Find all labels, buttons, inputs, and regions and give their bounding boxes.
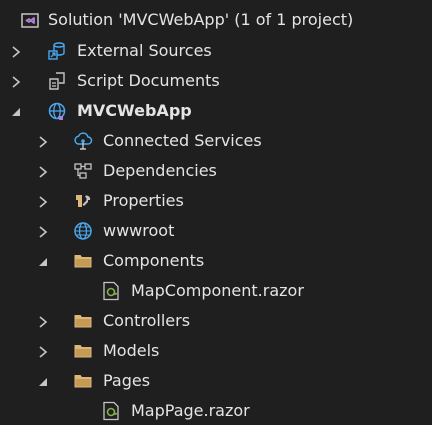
folder-icon: [73, 311, 93, 331]
tree-item-label: Script Documents: [77, 71, 220, 90]
tree-item-components-folder[interactable]: Components: [0, 246, 432, 276]
dependencies-icon: [73, 161, 93, 181]
razor-file-icon: [101, 281, 121, 301]
globe-icon: [73, 221, 93, 241]
tree-item-controllers-folder[interactable]: Controllers: [0, 306, 432, 336]
visual-studio-solution-icon: [20, 10, 40, 30]
tree-item-project[interactable]: MVCWebApp: [0, 96, 432, 126]
tree-item-label: MVCWebApp: [77, 101, 192, 120]
chevron-right-icon[interactable]: [36, 314, 50, 328]
chevron-down-icon[interactable]: [36, 254, 50, 268]
chevron-down-icon[interactable]: [36, 374, 50, 388]
wrench-icon: [73, 191, 93, 211]
chevron-right-icon[interactable]: [9, 74, 23, 88]
folder-icon: [73, 371, 93, 391]
solution-explorer-tree: Solution 'MVCWebApp' (1 of 1 project) Ex…: [0, 0, 432, 425]
tree-item-solution[interactable]: Solution 'MVCWebApp' (1 of 1 project): [0, 5, 432, 35]
tree-item-label: Controllers: [103, 311, 191, 330]
tree-item-label: Solution 'MVCWebApp' (1 of 1 project): [48, 10, 354, 29]
tree-item-external-sources[interactable]: External Sources: [0, 36, 432, 66]
folder-icon: [73, 251, 93, 271]
tree-item-mappage-razor[interactable]: MapPage.razor: [0, 396, 432, 425]
tree-item-mapcomponent-razor[interactable]: MapComponent.razor: [0, 276, 432, 306]
tree-item-script-documents[interactable]: Script Documents: [0, 66, 432, 96]
tree-item-properties[interactable]: Properties: [0, 186, 432, 216]
tree-item-label: Components: [103, 251, 205, 270]
chevron-right-icon[interactable]: [36, 164, 50, 178]
web-project-globe-icon: [47, 101, 67, 121]
chevron-right-icon[interactable]: [36, 344, 50, 358]
chevron-down-icon[interactable]: [9, 104, 23, 118]
tree-item-label: Pages: [103, 371, 151, 390]
chevron-right-icon[interactable]: [36, 194, 50, 208]
tree-item-models-folder[interactable]: Models: [0, 336, 432, 366]
script-documents-icon: [47, 71, 67, 91]
tree-item-label: External Sources: [77, 41, 212, 60]
tree-item-label: Connected Services: [103, 131, 262, 150]
tree-item-label: MapComponent.razor: [131, 281, 304, 300]
tree-item-pages-folder[interactable]: Pages: [0, 366, 432, 396]
chevron-right-icon[interactable]: [36, 224, 50, 238]
tree-item-label: Properties: [103, 191, 184, 210]
external-sources-icon: [47, 41, 67, 61]
razor-file-icon: [101, 401, 121, 421]
tree-item-label: MapPage.razor: [131, 401, 250, 420]
tree-item-connected-services[interactable]: Connected Services: [0, 126, 432, 156]
chevron-right-icon[interactable]: [36, 134, 50, 148]
folder-icon: [73, 341, 93, 361]
tree-item-label: Dependencies: [103, 161, 217, 180]
tree-item-dependencies[interactable]: Dependencies: [0, 156, 432, 186]
tree-item-wwwroot[interactable]: wwwroot: [0, 216, 432, 246]
chevron-right-icon[interactable]: [9, 44, 23, 58]
connected-services-icon: [73, 131, 93, 151]
tree-item-label: Models: [103, 341, 160, 360]
tree-item-label: wwwroot: [103, 221, 175, 240]
